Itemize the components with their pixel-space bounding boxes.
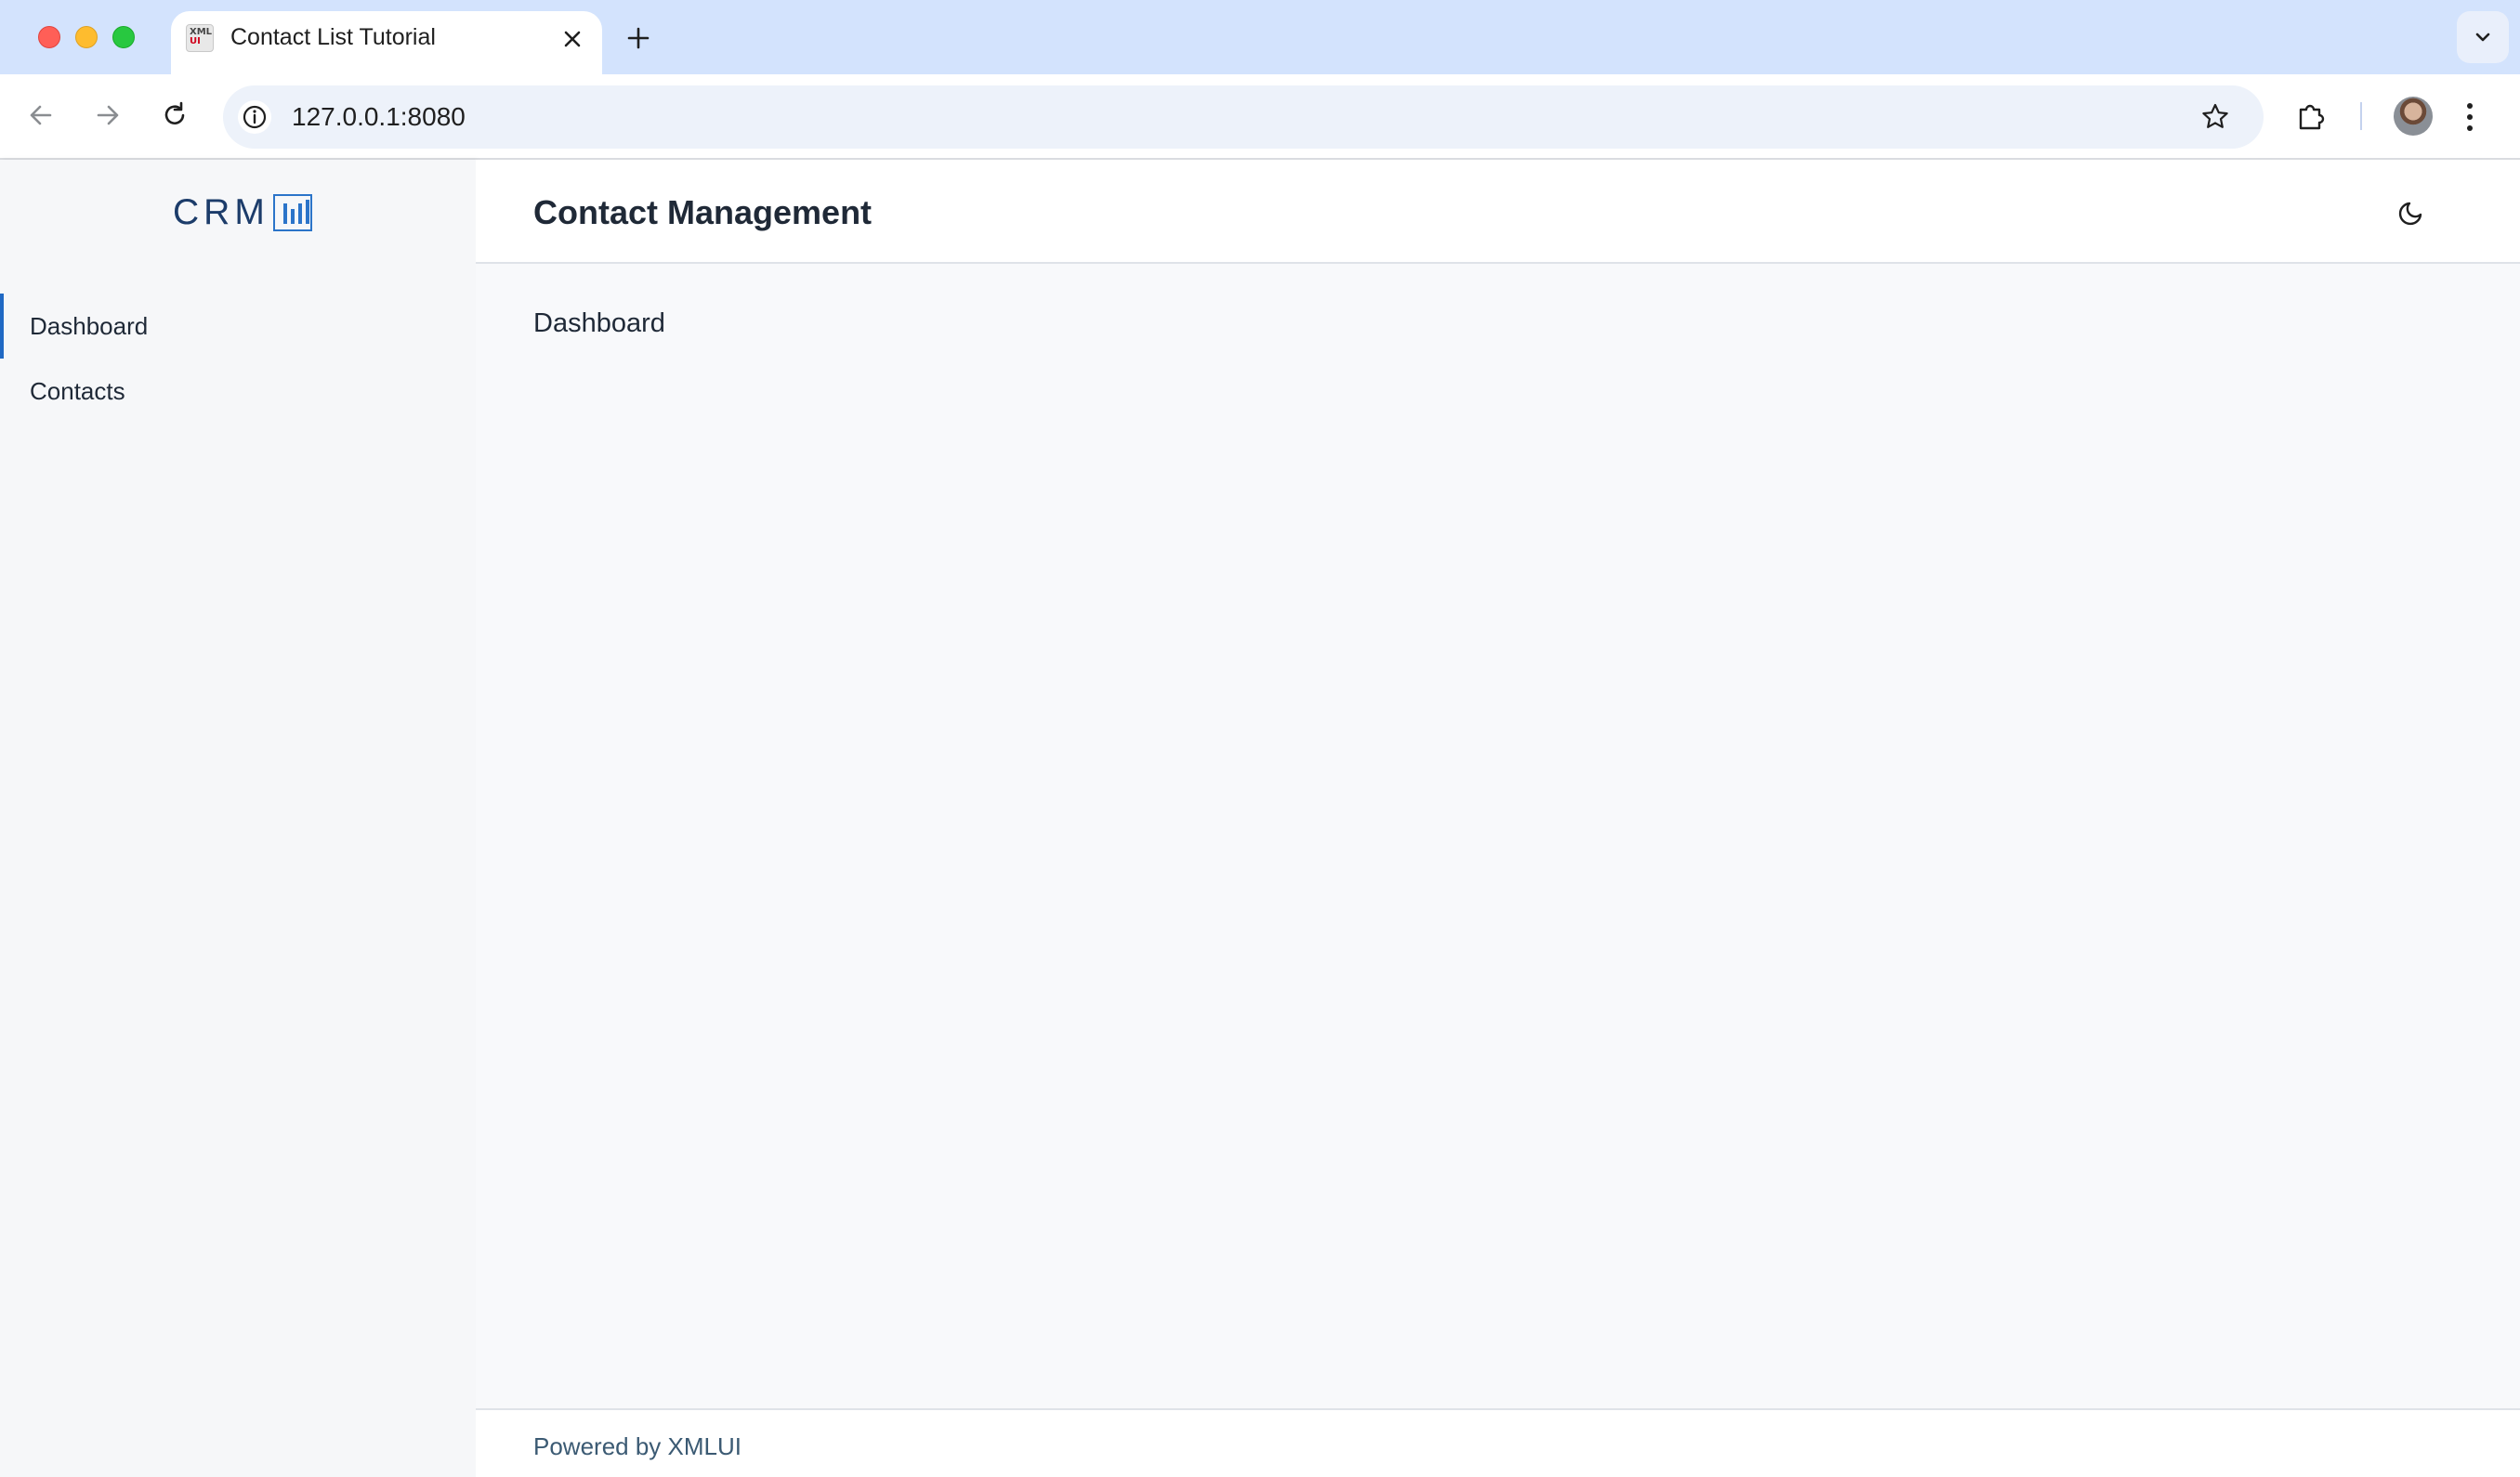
profile-avatar[interactable] — [2394, 97, 2433, 136]
page-title: Contact Management — [533, 193, 873, 231]
chevron-down-icon — [2475, 33, 2490, 42]
kebab-menu-icon[interactable] — [2464, 98, 2475, 136]
dashboard-text: Dashboard — [533, 308, 665, 338]
star-icon[interactable] — [2198, 100, 2232, 134]
close-window-button[interactable] — [38, 26, 60, 48]
plus-icon[interactable] — [623, 22, 654, 54]
info-icon[interactable] — [238, 100, 271, 134]
address-bar[interactable] — [223, 85, 2264, 149]
toolbar-separator — [2360, 102, 2362, 130]
url-input[interactable] — [292, 102, 2057, 132]
reload-icon[interactable] — [156, 97, 193, 134]
app: CRM Dashboard Contacts Contact Managemen… — [0, 160, 2520, 1477]
sidebar-item-label: Contacts — [30, 376, 125, 405]
app-header: Contact Management — [476, 160, 2520, 264]
puzzle-icon[interactable] — [2293, 98, 2329, 134]
tab-strip: XML UI Contact List Tutorial — [0, 0, 2520, 74]
tab-search-button[interactable] — [2457, 11, 2509, 63]
tab-title: Contact List Tutorial — [230, 24, 436, 50]
browser-tab[interactable]: XML UI Contact List Tutorial — [171, 11, 602, 74]
app-footer: Powered by XMLUI — [476, 1408, 2520, 1477]
minimize-window-button[interactable] — [75, 26, 98, 48]
close-tab-icon[interactable] — [559, 26, 585, 52]
sidebar: CRM Dashboard Contacts — [0, 160, 476, 1477]
main-content: Contact Management Dashboard Powered by … — [476, 160, 2520, 1477]
sidebar-item-contacts[interactable]: Contacts — [0, 359, 476, 424]
arrow-left-icon[interactable] — [22, 97, 59, 134]
xmlui-favicon-icon: XML UI — [186, 24, 214, 52]
crm-logo[interactable]: CRM — [173, 190, 312, 236]
moon-icon[interactable] — [2395, 195, 2429, 229]
zoom-window-button[interactable] — [112, 26, 135, 48]
browser-window: XML UI Contact List Tutorial 127.0.0.1:8… — [0, 0, 2520, 1477]
footer-text: Powered by XMLUI — [533, 1432, 742, 1460]
sidebar-item-label: Dashboard — [30, 311, 149, 340]
browser-toolbar — [0, 74, 2520, 160]
logo-text: CRM — [173, 192, 269, 232]
bar-chart-logo-icon — [272, 194, 312, 231]
favicon-text-bottom: UI — [190, 36, 201, 46]
arrow-right-icon[interactable] — [89, 97, 126, 134]
sidebar-item-dashboard[interactable]: Dashboard — [0, 294, 476, 359]
